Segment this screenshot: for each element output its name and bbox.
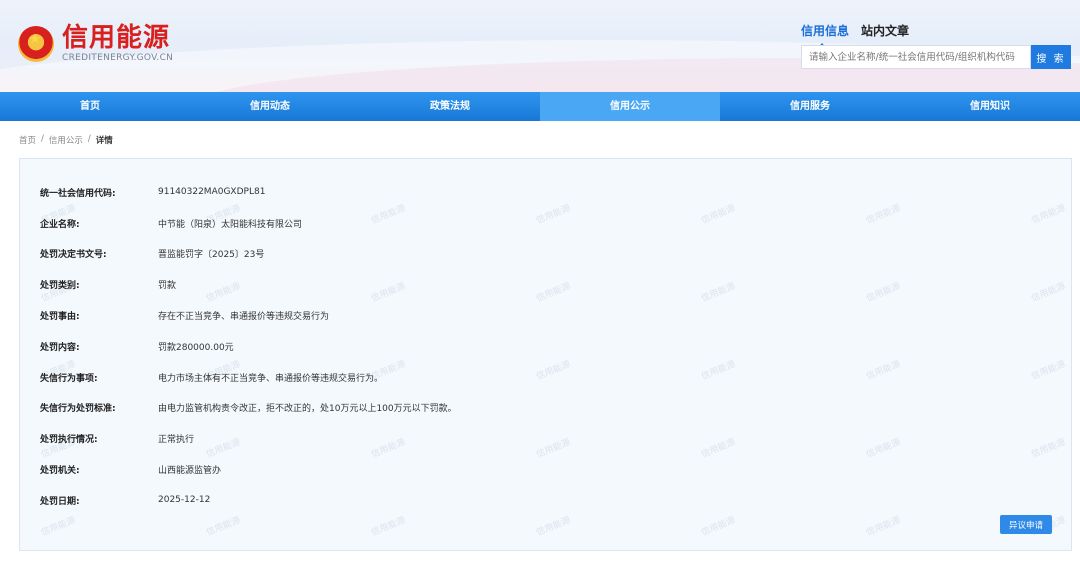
detail-rows: 统一社会信用代码: 91140322MA0GXDPL81 企业名称: 中节能（阳…	[20, 177, 1071, 516]
row-label: 处罚执行情况:	[40, 435, 98, 446]
breadcrumb-separator: /	[41, 134, 44, 144]
search-box: 搜 索	[801, 45, 1071, 69]
detail-row: 失信行为事项: 电力市场主体有不正当竞争、串通报价等违规交易行为。	[20, 362, 1071, 393]
national-emblem-icon	[18, 25, 54, 62]
row-label: 处罚类别:	[40, 281, 80, 292]
site-title: 信用能源	[62, 23, 171, 53]
detail-row: 处罚日期: 2025-12-12	[20, 485, 1071, 516]
row-value: 电力市场主体有不正当竞争、串通报价等违规交易行为。	[158, 373, 384, 384]
watermark-text: 信用能源	[370, 515, 408, 539]
search-input[interactable]	[801, 45, 1031, 69]
row-label: 处罚事由:	[40, 312, 80, 323]
tab-site-articles[interactable]: 站内文章	[861, 22, 909, 43]
detail-row: 处罚事由: 存在不正当竞争、串通报价等违规交易行为	[20, 300, 1071, 331]
detail-row: 企业名称: 中节能（阳泉）太阳能科技有限公司	[20, 208, 1071, 239]
detail-row: 处罚执行情况: 正常执行	[20, 423, 1071, 454]
row-value: 存在不正当竞争、串通报价等违规交易行为	[158, 312, 330, 323]
breadcrumb: 首页 / 信用公示 / 详情	[19, 134, 113, 146]
nav-item-credit-disclosure[interactable]: 信用公示	[540, 92, 720, 121]
row-value: 山西能源监管办	[158, 466, 222, 477]
row-label: 处罚机关:	[40, 466, 80, 477]
tab-credit-info[interactable]: 信用信息	[801, 22, 849, 49]
watermark-text: 信用能源	[865, 515, 903, 539]
detail-row: 处罚类别: 罚款	[20, 269, 1071, 300]
nav-item-credit-services[interactable]: 信用服务	[720, 92, 900, 121]
search-button[interactable]: 搜 索	[1031, 45, 1071, 69]
row-label: 处罚内容:	[40, 342, 80, 353]
watermark-text: 信用能源	[535, 515, 573, 539]
row-label: 失信行为处罚标准:	[40, 404, 116, 415]
detail-row: 处罚决定书文号: 晋监能罚字〔2025〕23号	[20, 239, 1071, 270]
breadcrumb-current: 详情	[95, 136, 113, 146]
row-value: 中节能（阳泉）太阳能科技有限公司	[158, 219, 303, 230]
breadcrumb-home[interactable]: 首页	[19, 134, 36, 146]
row-value: 罚款	[158, 281, 177, 292]
row-value: 晋监能罚字〔2025〕23号	[158, 250, 265, 261]
row-label: 统一社会信用代码:	[40, 188, 116, 199]
nav-item-home[interactable]: 首页	[0, 92, 180, 121]
nav-item-credit-knowledge[interactable]: 信用知识	[900, 92, 1080, 121]
logo-text: 信用能源 CREDITENERGY.GOV.CN	[62, 24, 173, 63]
watermark-text: 信用能源	[700, 515, 738, 539]
breadcrumb-separator: /	[87, 134, 91, 144]
nav-item-credit-news[interactable]: 信用动态	[180, 92, 360, 121]
row-label: 企业名称:	[40, 219, 80, 230]
watermark-text: 信用能源	[205, 515, 243, 539]
site-header: 信用能源 CREDITENERGY.GOV.CN 信用信息 站内文章 搜 索	[0, 0, 1080, 92]
watermark-text: 信用能源	[40, 515, 78, 539]
detail-row: 失信行为处罚标准: 由电力监管机构责令改正，拒不改正的，处10万元以上100万元…	[20, 393, 1071, 424]
detail-row: 处罚内容: 罚款280000.00元	[20, 331, 1071, 362]
detail-row: 处罚机关: 山西能源监管办	[20, 454, 1071, 485]
row-value: 罚款280000.00元	[158, 342, 234, 353]
row-value: 2025-12-12	[158, 495, 211, 506]
row-value: 91140322MA0GXDPL81	[158, 187, 266, 198]
row-label: 失信行为事项:	[40, 373, 98, 384]
row-value: 正常执行	[158, 435, 195, 446]
objection-request-button[interactable]: 异议申请	[1000, 515, 1052, 534]
row-label: 处罚决定书文号:	[40, 250, 107, 261]
nav-item-policies[interactable]: 政策法规	[360, 92, 540, 121]
detail-row: 统一社会信用代码: 91140322MA0GXDPL81	[20, 177, 1071, 208]
site-logo[interactable]: 信用能源 CREDITENERGY.GOV.CN	[18, 24, 173, 63]
search-tabs: 信用信息 站内文章	[801, 22, 909, 49]
row-value: 由电力监管机构责令改正，拒不改正的，处10万元以上100万元以下罚款。	[158, 404, 457, 415]
row-label: 处罚日期:	[40, 496, 80, 507]
breadcrumb-section[interactable]: 信用公示	[49, 134, 83, 146]
detail-panel: 信用能源 信用能源 信用能源 信用能源 信用能源 信用能源 信用能源 信用能源 信用能源 信用能源…	[19, 158, 1072, 551]
main-nav: 首页 信用动态 政策法规 信用公示 信用服务 信用知识	[0, 92, 1080, 121]
site-domain: CREDITENERGY.GOV.CN	[62, 53, 174, 63]
